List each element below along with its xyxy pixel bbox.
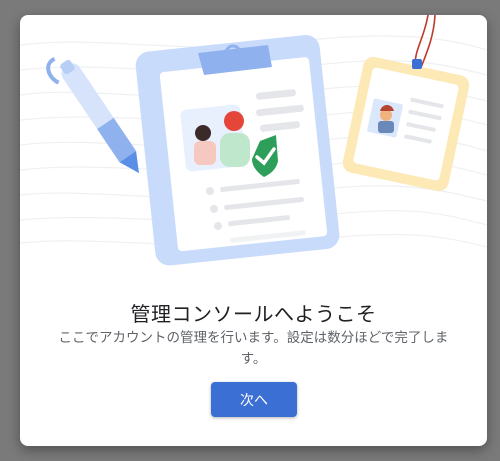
next-button[interactable]: 次へ [211,382,297,417]
welcome-illustration [20,15,487,266]
clipboard-icon [135,35,340,266]
pen-icon [46,56,139,174]
dialog-title: 管理コンソールへようこそ [130,302,377,326]
dialog-description: ここでアカウントの管理を行います。設定は数分ほどで完了します。 [58,330,449,367]
welcome-dialog: 管理コンソールへようこそ ここでアカウントの管理を行います。設定は数分ほどで完了… [20,15,487,446]
